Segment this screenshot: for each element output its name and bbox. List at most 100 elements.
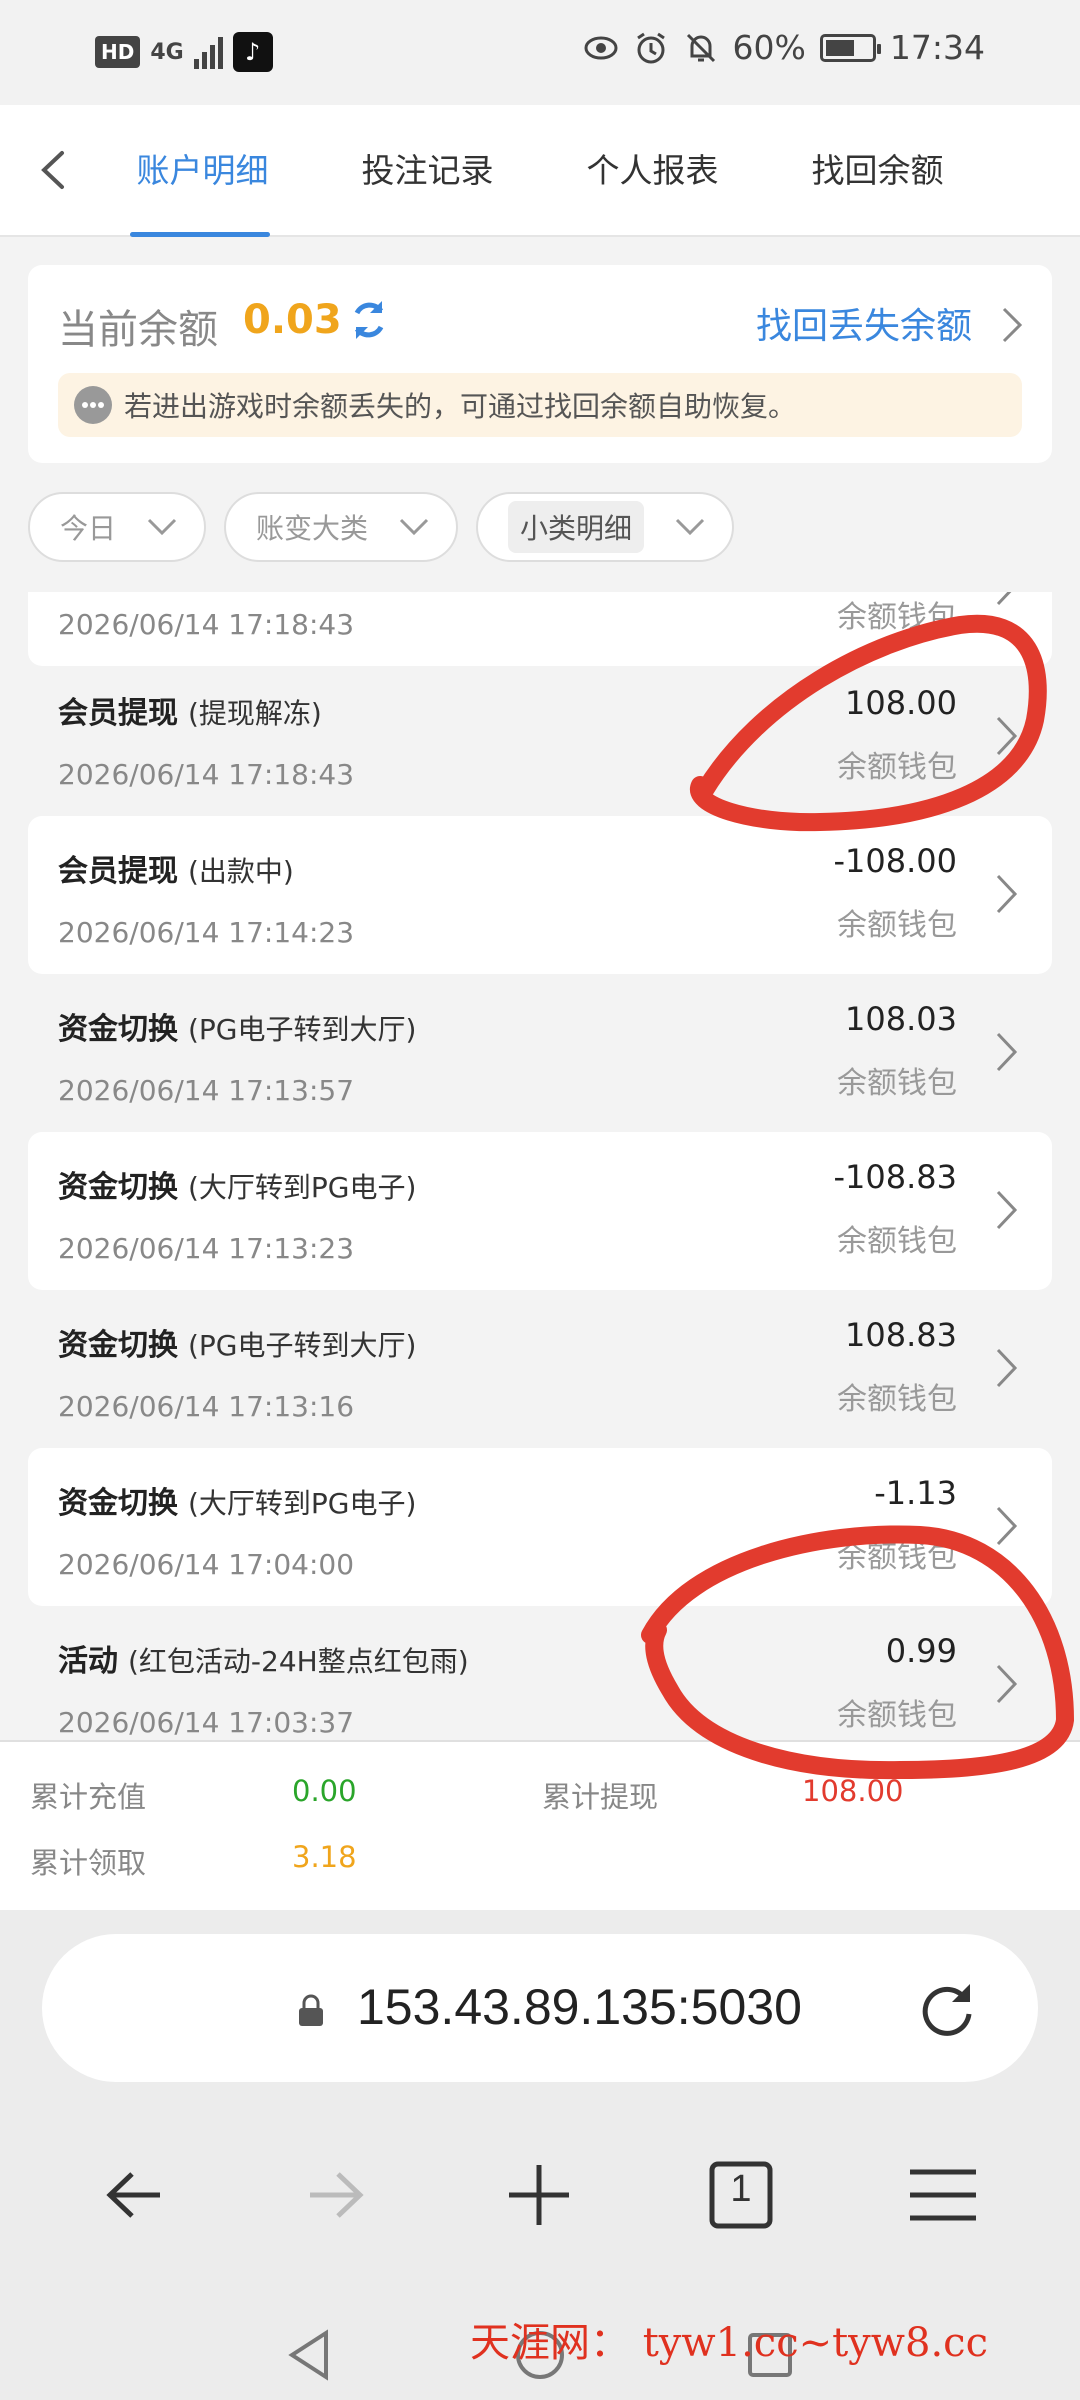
address-bar[interactable]: 153.43.89.135:5030 [42, 1934, 1038, 2082]
hd-badge: HD [95, 36, 141, 68]
record-subtype: (出款中) [188, 855, 294, 888]
record-wallet: 余额钱包 [837, 1066, 957, 1101]
filter-date[interactable]: 今日 [28, 492, 207, 562]
total-recharge-label: 累计充值 [30, 1780, 147, 1814]
status-bar: HD 4G ♪ 60% 17:34 [0, 0, 1080, 105]
filter-bar: 今日 账变大类 小类明细 [28, 492, 735, 562]
chevron-right-icon [996, 1664, 1018, 1704]
tabs-button[interactable]: 1 [696, 2150, 786, 2240]
total-withdraw-label: 累计提现 [542, 1780, 659, 1814]
record-title: 会员提现 (出款中) [58, 854, 294, 889]
record-subtype: (提现解冻) [188, 697, 322, 730]
record-wallet: 余额钱包 [837, 1382, 957, 1417]
tab-recover-balance[interactable]: 找回余额 [765, 105, 990, 237]
record-date: 2026/06/14 17:18:43 [58, 608, 355, 641]
tab-bet-records[interactable]: 投注记录 [315, 105, 540, 237]
record-date: 2026/06/14 17:03:37 [58, 1706, 355, 1739]
chevron-down-icon [147, 518, 177, 536]
total-recharge-value: 0.00 [292, 1774, 357, 1808]
tab-account-details[interactable]: 账户明细 [90, 105, 315, 237]
watermark-text: 天涯网： tyw1.cc~tyw8.cc [470, 2320, 988, 2366]
filter-category[interactable]: 账变大类 [224, 492, 459, 562]
signal-icon [193, 35, 223, 69]
record-title: 资金切换 (PG电子转到大厅) [58, 1328, 417, 1363]
record-wallet: 余额钱包 [837, 1224, 957, 1259]
forward-arrow-icon[interactable] [290, 2150, 380, 2240]
list-item[interactable]: 资金切换 (PG电子转到大厅) 2026/06/14 17:13:57 108.0… [28, 974, 1052, 1132]
list-item[interactable]: 会员提现 (出款中) 2026/06/14 17:14:23 -108.00 余额… [28, 816, 1052, 974]
record-subtype: (大厅转到PG电子) [188, 1487, 417, 1520]
tab-personal-report[interactable]: 个人报表 [540, 105, 765, 237]
record-subtype: (PG电子转到大厅) [188, 1329, 417, 1362]
record-wallet: 余额钱包 [837, 600, 957, 635]
chevron-right-icon [996, 1348, 1018, 1388]
chevron-right-icon [996, 1506, 1018, 1546]
alarm-icon [636, 32, 665, 63]
chevron-down-icon [399, 518, 429, 536]
totals-panel: 累计充值 0.00 累计提现 108.00 累计领取 3.18 [0, 1740, 1080, 1910]
record-amount: -1.13 [874, 1474, 957, 1512]
record-wallet: 余额钱包 [837, 1698, 957, 1733]
system-nav-bar: 天涯网： tyw1.cc~tyw8.cc [0, 2310, 1080, 2400]
record-wallet: 余额钱包 [837, 750, 957, 785]
browser-chrome: 153.43.89.135:5030 1 天涯网： tyw1.cc~tyw8.c… [0, 1910, 1080, 2400]
chevron-right-icon [996, 592, 1012, 606]
record-subtype: (PG电子转到大厅) [188, 1013, 417, 1046]
chevron-right-icon[interactable] [998, 305, 1026, 345]
filter-subcategory[interactable]: 小类明细 [476, 492, 735, 562]
refresh-icon[interactable] [346, 297, 392, 343]
record-date: 2026/06/14 17:13:57 [58, 1074, 355, 1107]
record-date: 2026/06/14 17:18:43 [58, 758, 355, 791]
chevron-right-icon [996, 874, 1018, 914]
chevron-down-icon [675, 518, 705, 536]
back-arrow-icon[interactable] [90, 2150, 180, 2240]
menu-icon[interactable] [898, 2150, 988, 2240]
tiktok-icon: ♪ [232, 32, 273, 72]
battery-icon [819, 33, 881, 62]
record-subtype: (红包活动-24H整点红包雨) [128, 1645, 469, 1678]
system-back-icon[interactable] [280, 2325, 340, 2385]
record-amount: 108.00 [845, 684, 957, 722]
balance-value: 0.03 [243, 297, 342, 343]
record-title: 资金切换 (PG电子转到大厅) [58, 1012, 417, 1047]
top-nav: 账户明细 投注记录 个人报表 找回余额 [0, 105, 1080, 237]
back-arrow-icon[interactable] [30, 145, 80, 195]
filter-subcategory-label: 小类明细 [508, 501, 645, 553]
total-claim-label: 累计领取 [30, 1846, 147, 1880]
record-title: 资金切换 (大厅转到PG电子) [58, 1486, 417, 1521]
notice-text: 若进出游戏时余额丢失的，可通过找回余额自助恢复。 [124, 390, 797, 423]
list-item[interactable]: 2026/06/14 17:18:43 余额钱包 [28, 592, 1052, 666]
list-item[interactable]: 资金切换 (大厅转到PG电子) 2026/06/14 17:04:00 -1.13… [28, 1448, 1052, 1606]
tab-count: 1 [730, 2168, 752, 2210]
list-item[interactable]: 会员提现 (提现解冻) 2026/06/14 17:18:43 108.00 余额… [28, 658, 1052, 816]
filter-category-label: 账变大类 [256, 512, 369, 545]
chevron-right-icon [996, 1032, 1018, 1072]
total-claim-value: 3.18 [292, 1840, 357, 1874]
browser-toolbar: 1 [0, 2150, 1080, 2260]
record-wallet: 余额钱包 [837, 1540, 957, 1575]
list-item[interactable]: 资金切换 (大厅转到PG电子) 2026/06/14 17:13:23 -108.… [28, 1132, 1052, 1290]
eye-icon [584, 36, 618, 59]
record-title: 活动 (红包活动-24H整点红包雨) [58, 1644, 469, 1679]
total-withdraw-value: 108.00 [802, 1774, 904, 1808]
recover-lost-balance-link[interactable]: 找回丢失余额 [756, 297, 972, 349]
balance-label: 当前余额 [58, 307, 218, 353]
record-date: 2026/06/14 17:13:16 [58, 1390, 355, 1423]
list-item[interactable]: 资金切换 (PG电子转到大厅) 2026/06/14 17:13:16 108.8… [28, 1290, 1052, 1448]
tab-bar: 账户明细 投注记录 个人报表 找回余额 [90, 105, 990, 237]
battery-percent: 60% [732, 28, 806, 67]
record-amount: -108.00 [833, 842, 957, 880]
record-title: 资金切换 (大厅转到PG电子) [58, 1170, 417, 1205]
list-item[interactable]: 活动 (红包活动-24H整点红包雨) 2026/06/14 17:03:37 0.… [28, 1606, 1052, 1740]
record-date: 2026/06/14 17:04:00 [58, 1548, 355, 1581]
record-date: 2026/06/14 17:14:23 [58, 916, 355, 949]
clock: 17:34 [889, 28, 985, 67]
notice-bar: 若进出游戏时余额丢失的，可通过找回余额自助恢复。 [58, 373, 1022, 437]
new-tab-plus-icon[interactable] [494, 2150, 584, 2240]
record-amount: -108.83 [833, 1158, 957, 1196]
record-amount: 108.83 [845, 1316, 957, 1354]
record-wallet: 余额钱包 [837, 908, 957, 943]
record-amount: 0.99 [885, 1632, 957, 1670]
record-list: 2026/06/14 17:18:43 余额钱包 会员提现 (提现解冻) 2026… [28, 592, 1052, 1740]
reload-icon[interactable] [916, 1978, 978, 2040]
